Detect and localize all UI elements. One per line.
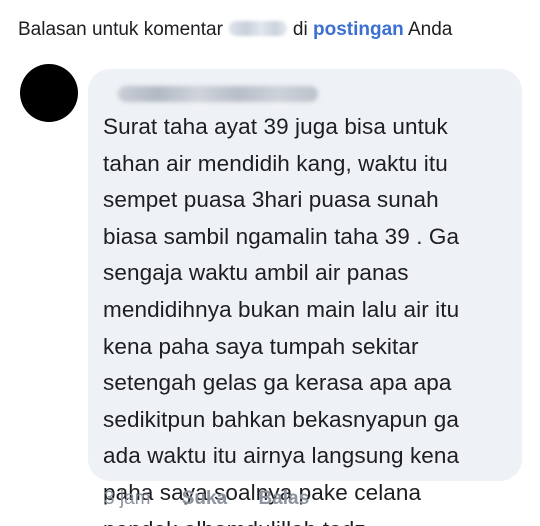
comment-actions: 3 jam Suka Balas bbox=[104, 486, 309, 512]
like-button[interactable]: Suka bbox=[182, 488, 227, 509]
comment-line: sengaja waktu ambil air panas bbox=[103, 260, 409, 286]
notification-suffix: Anda bbox=[408, 19, 453, 40]
comment-text: Surat taha ayat 39 juga bisa untuk tahan… bbox=[103, 109, 515, 526]
comment-line: biasa sambil ngamalin taha 39 . Ga bbox=[103, 223, 460, 249]
comment-line: pendek alhamdulillah tadz bbox=[103, 512, 515, 526]
comment-line: kena paha saya tumpah sekitar bbox=[103, 333, 419, 359]
comment-line: sedikitpun bahkan bekasnyapun ga bbox=[103, 406, 459, 432]
comment-line: mendidihnya bukan main lalu air itu bbox=[103, 296, 460, 322]
comment-line: Surat taha ayat 39 juga bisa untuk bbox=[103, 114, 448, 139]
comment-line: sempet puasa 3hari puasa sunah bbox=[103, 187, 439, 213]
comment-line: tahan air mendidih kang, waktu itu bbox=[103, 150, 448, 176]
notification-prefix: Balasan untuk komentar bbox=[18, 19, 223, 40]
blurred-username bbox=[228, 20, 287, 36]
comment-timestamp[interactable]: 3 jam bbox=[104, 488, 150, 509]
commenter-name-blurred[interactable] bbox=[118, 86, 318, 102]
post-link[interactable]: postingan bbox=[313, 19, 404, 40]
avatar[interactable] bbox=[20, 64, 78, 122]
screen: Balasan untuk komentar di postingan Anda … bbox=[0, 0, 540, 526]
notification-middle: di bbox=[292, 19, 308, 40]
comment-line: setengah gelas ga kerasa apa apa bbox=[103, 370, 452, 396]
reply-button[interactable]: Balas bbox=[258, 488, 309, 509]
notification-header: Balasan untuk komentar di postingan Anda bbox=[18, 17, 452, 43]
comment-line: ada waktu itu airnya langsung kena bbox=[103, 443, 460, 469]
